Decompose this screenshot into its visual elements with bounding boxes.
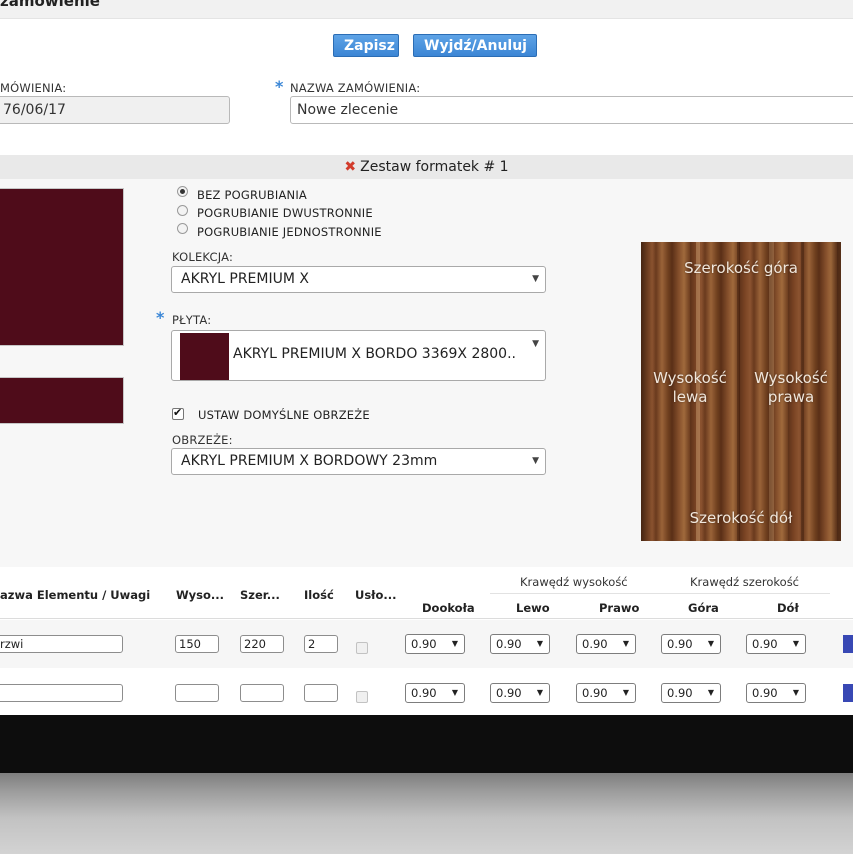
edge-around-select[interactable]: 0.90 ▼ xyxy=(405,634,465,654)
order-name-label: NAZWA ZAMÓWIENIA: xyxy=(290,81,421,95)
col-around: Dookoła xyxy=(422,601,475,615)
chevron-down-icon: ▼ xyxy=(792,688,799,697)
required-marker: * xyxy=(156,308,165,327)
chevron-down-icon: ▼ xyxy=(451,639,458,648)
chevron-down-icon: ▼ xyxy=(707,639,714,648)
save-button[interactable]: Zapisz xyxy=(333,34,399,57)
edge-left-select[interactable]: 0.90 ▼ xyxy=(490,683,550,703)
radio-label: BEZ POGRUBIANIA xyxy=(197,188,308,202)
col-height: Wyso... xyxy=(176,588,225,602)
section-title: Zestaw formatek # 1 xyxy=(360,159,509,175)
board-swatch xyxy=(180,333,229,380)
order-name-input[interactable]: Nowe zlecenie xyxy=(290,96,853,124)
chevron-down-icon: ▼ xyxy=(707,688,714,697)
service-checkbox[interactable] xyxy=(356,642,368,654)
edge-right-select[interactable]: 0.90 ▼ xyxy=(576,634,636,654)
monitor-stand xyxy=(0,773,853,854)
element-name-input[interactable] xyxy=(0,684,123,702)
chevron-down-icon: ▼ xyxy=(622,688,629,697)
col-left: Lewo xyxy=(516,601,550,615)
color-swatch-large xyxy=(0,188,124,346)
chevron-down-icon: ▼ xyxy=(536,639,543,648)
board-value: AKRYL PREMIUM X BORDO 3369X 2800.. xyxy=(233,346,516,362)
section-header: ✖ Zestaw formatek # 1 xyxy=(0,155,853,179)
radio-single-thickening[interactable] xyxy=(177,223,188,234)
board-label: PŁYTA: xyxy=(172,313,212,327)
row-action-button[interactable] xyxy=(843,684,853,702)
collection-label: KOLEKCJA: xyxy=(172,250,234,264)
chevron-down-icon: ▼ xyxy=(792,639,799,648)
elements-table-header: Krawędź wysokość Krawędź szerokość azwa … xyxy=(0,567,853,619)
app-screen: zamówienie Zapisz Wyjdź/Anuluj MÓWIENIA:… xyxy=(0,0,853,715)
col-qty: Ilość xyxy=(304,588,334,602)
preview-height-left: Wysokość lewa xyxy=(653,369,727,406)
edge-top-select[interactable]: 0.90 ▼ xyxy=(661,683,721,703)
radio-double-thickening[interactable] xyxy=(177,205,188,216)
col-width: Szer... xyxy=(240,588,280,602)
collection-select[interactable]: AKRYL PREMIUM X ▼ xyxy=(171,266,546,293)
edge-bottom-select[interactable]: 0.90 ▼ xyxy=(746,634,806,654)
default-edge-label: USTAW DOMYŚLNE OBRZEŻE xyxy=(198,408,370,422)
preview-width-bottom: Szerokość dół xyxy=(689,509,793,527)
order-date-field: 76/06/17 xyxy=(0,96,230,124)
row-action-button[interactable] xyxy=(843,635,853,653)
height-input[interactable] xyxy=(175,684,219,702)
title-bar: zamówienie xyxy=(0,0,853,19)
chevron-down-icon: ▼ xyxy=(536,688,543,697)
color-swatch-small xyxy=(0,377,124,424)
edge-bottom-select[interactable]: 0.90 ▼ xyxy=(746,683,806,703)
page-title: zamówienie xyxy=(0,0,100,10)
edge-top-select[interactable]: 0.90 ▼ xyxy=(661,634,721,654)
board-select[interactable]: AKRYL PREMIUM X BORDO 3369X 2800.. ▼ xyxy=(171,330,546,381)
default-edge-checkbox[interactable] xyxy=(172,406,184,420)
remove-set-icon[interactable]: ✖ xyxy=(344,159,356,175)
chevron-down-icon: ▼ xyxy=(532,274,539,284)
element-name-input[interactable]: rzwi xyxy=(0,635,123,653)
group-width-edge: Krawędź szerokość xyxy=(690,575,800,589)
height-input[interactable]: 150 xyxy=(175,635,219,653)
monitor-bezel xyxy=(0,715,853,773)
radio-label: POGRUBIANIE DWUSTRONNIE xyxy=(197,206,373,220)
edge-left-select[interactable]: 0.90 ▼ xyxy=(490,634,550,654)
col-top: Góra xyxy=(688,601,719,615)
radio-no-thickening[interactable] xyxy=(177,186,188,197)
collection-value: AKRYL PREMIUM X xyxy=(181,271,309,287)
chevron-down-icon: ▼ xyxy=(532,339,539,349)
radio-label: POGRUBIANIE JEDNOSTRONNIE xyxy=(197,225,382,239)
table-row: 0.90 ▼ 0.90 ▼ 0.90 ▼ 0.90 ▼ 0.90 ▼ xyxy=(0,668,853,715)
col-service: Usło... xyxy=(355,588,397,602)
chevron-down-icon: ▼ xyxy=(532,456,539,466)
width-input[interactable] xyxy=(240,684,284,702)
edge-label: OBRZEŻE: xyxy=(172,433,233,447)
col-bottom: Dół xyxy=(777,601,799,615)
preview-height-right: Wysokość prawa xyxy=(754,369,828,406)
edge-right-select[interactable]: 0.90 ▼ xyxy=(576,683,636,703)
preview-width-top: Szerokość góra xyxy=(684,259,798,277)
group-height-edge: Krawędź wysokość xyxy=(520,575,628,589)
exit-cancel-button[interactable]: Wyjdź/Anuluj xyxy=(413,34,537,57)
edge-value: AKRYL PREMIUM X BORDOWY 23mm xyxy=(181,453,438,469)
service-checkbox[interactable] xyxy=(356,691,368,703)
required-marker: * xyxy=(275,77,284,96)
edge-select[interactable]: AKRYL PREMIUM X BORDOWY 23mm ▼ xyxy=(171,448,546,475)
col-right: Prawo xyxy=(599,601,640,615)
qty-input[interactable] xyxy=(304,684,338,702)
board-preview: Szerokość góra Wysokość lewa Wysokość praw… xyxy=(641,242,841,541)
col-name: azwa Elementu / Uwagi xyxy=(0,588,151,602)
chevron-down-icon: ▼ xyxy=(451,688,458,697)
chevron-down-icon: ▼ xyxy=(622,639,629,648)
edge-around-select[interactable]: 0.90 ▼ xyxy=(405,683,465,703)
qty-input[interactable]: 2 xyxy=(304,635,338,653)
width-input[interactable]: 220 xyxy=(240,635,284,653)
order-date-label: MÓWIENIA: xyxy=(0,81,67,95)
table-row: rzwi 150 220 2 0.90 ▼ 0.90 ▼ 0.90 ▼ 0.90 ▼ 0… xyxy=(0,620,853,668)
